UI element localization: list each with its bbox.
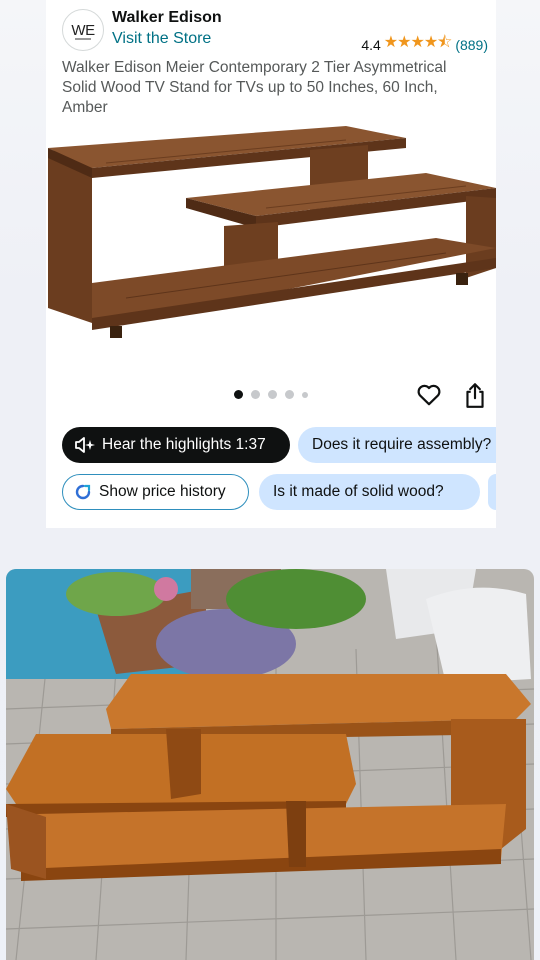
image-carousel-dots[interactable] [234, 390, 308, 399]
store-logo[interactable]: WE [62, 9, 104, 51]
product-card: WE Walker Edison Visit the Store 4.4 ★★★… [46, 0, 496, 528]
carousel-dot-3[interactable] [268, 390, 277, 399]
question-chip-solid-wood-label: Is it made of solid wood? [273, 483, 444, 500]
store-logo-text: WE [71, 21, 95, 39]
carousel-dot-1[interactable] [234, 390, 243, 399]
question-chip-solid-wood[interactable]: Is it made of solid wood? [259, 474, 480, 510]
hear-highlights-label: Hear the highlights 1:37 [102, 436, 266, 453]
share-icon[interactable] [462, 381, 488, 409]
visit-store-link[interactable]: Visit the Store [112, 30, 211, 48]
carousel-dot-4[interactable] [285, 390, 294, 399]
speaker-sparkle-icon [75, 437, 95, 453]
star-rating-icon: ★★★★⯪ [383, 34, 453, 51]
carousel-dot-5[interactable] [302, 391, 308, 398]
question-chip-overflow[interactable] [488, 474, 496, 510]
product-title: Walker Edison Meier Contemporary 2 Tier … [62, 59, 447, 116]
carousel-dot-2[interactable] [251, 390, 260, 399]
brand-name[interactable]: Walker Edison [112, 9, 222, 27]
store-logo-underline [75, 38, 91, 40]
hear-highlights-button[interactable]: Hear the highlights 1:37 [62, 427, 290, 463]
heart-outline-icon[interactable] [416, 382, 442, 408]
question-chip-assembly[interactable]: Does it require assembly? [298, 427, 496, 463]
rating-value: 4.4 [361, 36, 381, 53]
product-image[interactable] [46, 118, 496, 348]
question-chip-assembly-label: Does it require assembly? [312, 436, 492, 453]
review-count[interactable]: (889) [455, 37, 488, 53]
customer-photo[interactable] [6, 569, 534, 960]
rating-summary[interactable]: 4.4 ★★★★⯪ (889) [361, 31, 488, 58]
price-history-label: Show price history [99, 483, 226, 500]
price-history-button[interactable]: Show price history [62, 474, 249, 510]
price-history-icon [75, 484, 91, 500]
